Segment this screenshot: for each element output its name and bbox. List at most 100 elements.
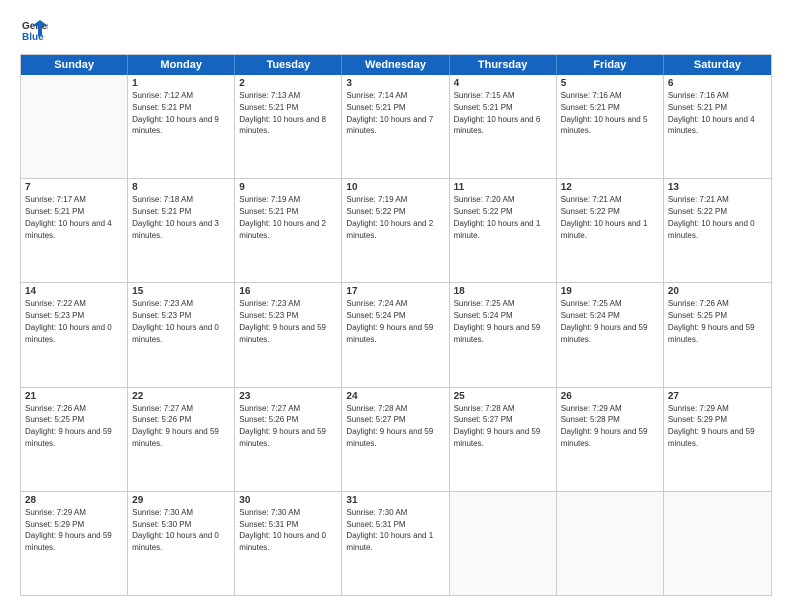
page: General Blue SundayMondayTuesdayWednesda… [0,0,792,612]
day-cell-10: 10 Sunrise: 7:19 AMSunset: 5:22 PMDaylig… [342,179,449,282]
calendar-row-2: 7 Sunrise: 7:17 AMSunset: 5:21 PMDayligh… [21,179,771,283]
day-info: Sunrise: 7:21 AMSunset: 5:22 PMDaylight:… [668,195,755,239]
day-info: Sunrise: 7:23 AMSunset: 5:23 PMDaylight:… [132,299,219,343]
day-header-saturday: Saturday [664,55,771,75]
day-cell-14: 14 Sunrise: 7:22 AMSunset: 5:23 PMDaylig… [21,283,128,386]
day-cell-9: 9 Sunrise: 7:19 AMSunset: 5:21 PMDayligh… [235,179,342,282]
day-number: 26 [561,391,659,402]
day-cell-16: 16 Sunrise: 7:23 AMSunset: 5:23 PMDaylig… [235,283,342,386]
day-cell-2: 2 Sunrise: 7:13 AMSunset: 5:21 PMDayligh… [235,75,342,178]
day-number: 30 [239,495,337,506]
day-number: 16 [239,286,337,297]
day-cell-31: 31 Sunrise: 7:30 AMSunset: 5:31 PMDaylig… [342,492,449,595]
svg-text:General: General [22,21,48,32]
day-info: Sunrise: 7:24 AMSunset: 5:24 PMDaylight:… [346,299,433,343]
day-number: 22 [132,391,230,402]
day-header-thursday: Thursday [450,55,557,75]
day-info: Sunrise: 7:25 AMSunset: 5:24 PMDaylight:… [454,299,541,343]
day-number: 1 [132,78,230,89]
day-cell-6: 6 Sunrise: 7:16 AMSunset: 5:21 PMDayligh… [664,75,771,178]
day-info: Sunrise: 7:25 AMSunset: 5:24 PMDaylight:… [561,299,648,343]
day-number: 13 [668,182,767,193]
day-number: 14 [25,286,123,297]
day-cell-11: 11 Sunrise: 7:20 AMSunset: 5:22 PMDaylig… [450,179,557,282]
day-header-tuesday: Tuesday [235,55,342,75]
day-info: Sunrise: 7:21 AMSunset: 5:22 PMDaylight:… [561,195,648,239]
day-cell-21: 21 Sunrise: 7:26 AMSunset: 5:25 PMDaylig… [21,388,128,491]
day-info: Sunrise: 7:23 AMSunset: 5:23 PMDaylight:… [239,299,326,343]
header: General Blue [20,16,772,44]
empty-cell [664,492,771,595]
day-cell-1: 1 Sunrise: 7:12 AMSunset: 5:21 PMDayligh… [128,75,235,178]
day-info: Sunrise: 7:18 AMSunset: 5:21 PMDaylight:… [132,195,219,239]
calendar: SundayMondayTuesdayWednesdayThursdayFrid… [20,54,772,596]
day-cell-22: 22 Sunrise: 7:27 AMSunset: 5:26 PMDaylig… [128,388,235,491]
day-header-sunday: Sunday [21,55,128,75]
day-info: Sunrise: 7:30 AMSunset: 5:31 PMDaylight:… [346,508,433,552]
day-number: 21 [25,391,123,402]
day-info: Sunrise: 7:27 AMSunset: 5:26 PMDaylight:… [132,404,219,448]
day-number: 17 [346,286,444,297]
day-cell-8: 8 Sunrise: 7:18 AMSunset: 5:21 PMDayligh… [128,179,235,282]
day-number: 11 [454,182,552,193]
day-info: Sunrise: 7:27 AMSunset: 5:26 PMDaylight:… [239,404,326,448]
day-info: Sunrise: 7:28 AMSunset: 5:27 PMDaylight:… [454,404,541,448]
day-cell-5: 5 Sunrise: 7:16 AMSunset: 5:21 PMDayligh… [557,75,664,178]
day-number: 10 [346,182,444,193]
day-number: 8 [132,182,230,193]
day-number: 5 [561,78,659,89]
day-info: Sunrise: 7:14 AMSunset: 5:21 PMDaylight:… [346,91,433,135]
day-cell-12: 12 Sunrise: 7:21 AMSunset: 5:22 PMDaylig… [557,179,664,282]
day-info: Sunrise: 7:26 AMSunset: 5:25 PMDaylight:… [668,299,755,343]
day-cell-27: 27 Sunrise: 7:29 AMSunset: 5:29 PMDaylig… [664,388,771,491]
day-cell-28: 28 Sunrise: 7:29 AMSunset: 5:29 PMDaylig… [21,492,128,595]
day-number: 12 [561,182,659,193]
day-number: 4 [454,78,552,89]
day-info: Sunrise: 7:30 AMSunset: 5:30 PMDaylight:… [132,508,219,552]
day-number: 18 [454,286,552,297]
day-header-wednesday: Wednesday [342,55,449,75]
day-info: Sunrise: 7:29 AMSunset: 5:28 PMDaylight:… [561,404,648,448]
day-cell-29: 29 Sunrise: 7:30 AMSunset: 5:30 PMDaylig… [128,492,235,595]
calendar-body: 1 Sunrise: 7:12 AMSunset: 5:21 PMDayligh… [21,75,771,595]
day-header-monday: Monday [128,55,235,75]
day-info: Sunrise: 7:29 AMSunset: 5:29 PMDaylight:… [668,404,755,448]
day-number: 29 [132,495,230,506]
day-number: 19 [561,286,659,297]
day-info: Sunrise: 7:26 AMSunset: 5:25 PMDaylight:… [25,404,112,448]
day-info: Sunrise: 7:22 AMSunset: 5:23 PMDaylight:… [25,299,112,343]
day-cell-24: 24 Sunrise: 7:28 AMSunset: 5:27 PMDaylig… [342,388,449,491]
day-cell-17: 17 Sunrise: 7:24 AMSunset: 5:24 PMDaylig… [342,283,449,386]
calendar-row-3: 14 Sunrise: 7:22 AMSunset: 5:23 PMDaylig… [21,283,771,387]
logo: General Blue [20,16,52,44]
day-cell-19: 19 Sunrise: 7:25 AMSunset: 5:24 PMDaylig… [557,283,664,386]
day-cell-30: 30 Sunrise: 7:30 AMSunset: 5:31 PMDaylig… [235,492,342,595]
logo-icon: General Blue [20,16,48,44]
day-info: Sunrise: 7:28 AMSunset: 5:27 PMDaylight:… [346,404,433,448]
day-info: Sunrise: 7:15 AMSunset: 5:21 PMDaylight:… [454,91,541,135]
day-cell-15: 15 Sunrise: 7:23 AMSunset: 5:23 PMDaylig… [128,283,235,386]
day-cell-7: 7 Sunrise: 7:17 AMSunset: 5:21 PMDayligh… [21,179,128,282]
day-info: Sunrise: 7:12 AMSunset: 5:21 PMDaylight:… [132,91,219,135]
day-info: Sunrise: 7:16 AMSunset: 5:21 PMDaylight:… [561,91,648,135]
calendar-row-5: 28 Sunrise: 7:29 AMSunset: 5:29 PMDaylig… [21,492,771,595]
day-info: Sunrise: 7:19 AMSunset: 5:21 PMDaylight:… [239,195,326,239]
day-number: 23 [239,391,337,402]
day-number: 15 [132,286,230,297]
day-cell-4: 4 Sunrise: 7:15 AMSunset: 5:21 PMDayligh… [450,75,557,178]
day-cell-3: 3 Sunrise: 7:14 AMSunset: 5:21 PMDayligh… [342,75,449,178]
day-number: 27 [668,391,767,402]
day-info: Sunrise: 7:29 AMSunset: 5:29 PMDaylight:… [25,508,112,552]
day-cell-23: 23 Sunrise: 7:27 AMSunset: 5:26 PMDaylig… [235,388,342,491]
day-number: 2 [239,78,337,89]
empty-cell [450,492,557,595]
calendar-row-1: 1 Sunrise: 7:12 AMSunset: 5:21 PMDayligh… [21,75,771,179]
empty-cell [557,492,664,595]
day-cell-25: 25 Sunrise: 7:28 AMSunset: 5:27 PMDaylig… [450,388,557,491]
day-number: 31 [346,495,444,506]
day-cell-20: 20 Sunrise: 7:26 AMSunset: 5:25 PMDaylig… [664,283,771,386]
day-info: Sunrise: 7:16 AMSunset: 5:21 PMDaylight:… [668,91,755,135]
day-cell-18: 18 Sunrise: 7:25 AMSunset: 5:24 PMDaylig… [450,283,557,386]
day-info: Sunrise: 7:19 AMSunset: 5:22 PMDaylight:… [346,195,433,239]
day-cell-26: 26 Sunrise: 7:29 AMSunset: 5:28 PMDaylig… [557,388,664,491]
